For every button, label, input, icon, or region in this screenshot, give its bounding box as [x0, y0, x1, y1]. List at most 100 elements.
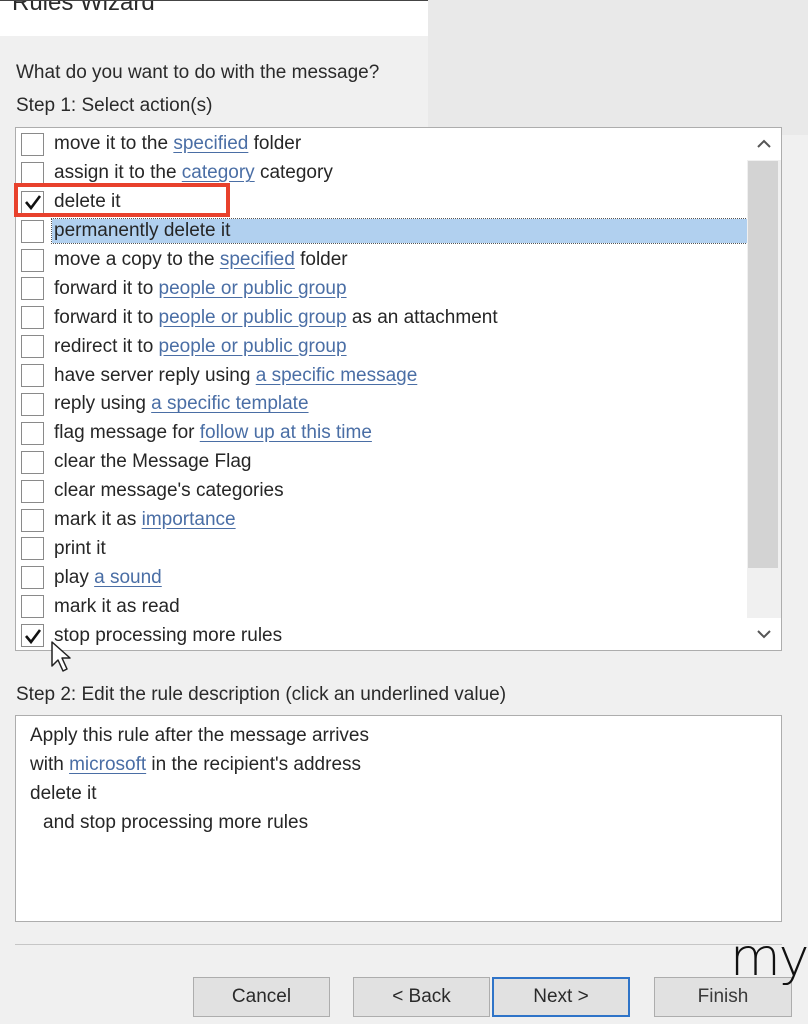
action-value-link[interactable]: people or public group: [159, 336, 347, 357]
action-value-link[interactable]: category: [182, 162, 255, 183]
action-text: as an attachment: [346, 306, 498, 328]
description-text: with: [30, 754, 70, 775]
action-checkbox[interactable]: [21, 508, 44, 532]
action-label: assign it to the category category: [52, 161, 335, 185]
action-text: print it: [54, 537, 106, 559]
action-value-link[interactable]: a sound: [94, 567, 162, 588]
action-text: folder: [294, 249, 348, 270]
wizard-question: What do you want to do with the message?: [16, 62, 380, 83]
action-value-link[interactable]: importance: [142, 509, 236, 530]
description-line: Apply this rule after the message arrive…: [30, 721, 767, 750]
back-button[interactable]: < Back: [353, 977, 490, 1017]
action-text: mark it as read: [54, 595, 180, 617]
separator: [15, 944, 782, 945]
action-text: stop processing more rules: [54, 624, 283, 646]
action-row[interactable]: stop processing more rules: [16, 621, 748, 650]
action-checkbox[interactable]: [21, 161, 44, 185]
chevron-down-icon: [757, 630, 771, 639]
action-label: stop processing more rules: [52, 624, 284, 648]
action-checkbox[interactable]: [21, 364, 44, 388]
action-row[interactable]: flag message for follow up at this time: [16, 419, 748, 448]
action-text: forward it to: [54, 277, 159, 299]
action-checkbox[interactable]: [21, 537, 44, 561]
action-label: move a copy to the specified folder: [52, 248, 350, 272]
action-label: play a sound: [52, 566, 164, 590]
action-text: category: [254, 162, 333, 184]
action-label: clear the Message Flag: [52, 450, 254, 474]
rule-description-box: Apply this rule after the message arrive…: [15, 715, 782, 922]
action-label: redirect it to people or public group: [52, 335, 349, 359]
action-row[interactable]: permanently delete it: [16, 217, 752, 246]
action-checkbox[interactable]: [21, 392, 44, 416]
action-value-link[interactable]: a specific message: [256, 365, 418, 386]
action-text: move it to the: [54, 133, 174, 155]
action-checkbox[interactable]: [21, 595, 44, 619]
action-label: permanently delete it: [51, 218, 752, 245]
action-label: move it to the specified folder: [52, 132, 303, 156]
action-row[interactable]: move a copy to the specified folder: [16, 246, 748, 275]
description-text: Apply this rule after the message arrive…: [30, 725, 369, 746]
action-row[interactable]: clear the Message Flag: [16, 448, 748, 477]
action-checkbox[interactable]: [21, 566, 44, 590]
action-row[interactable]: reply using a specific template: [16, 390, 748, 419]
action-label: have server reply using a specific messa…: [52, 364, 419, 388]
step2-label: Step 2: Edit the rule description (click…: [16, 684, 507, 705]
action-text: permanently delete it: [54, 220, 231, 242]
action-row[interactable]: mark it as read: [16, 592, 748, 621]
checkmark-icon: [24, 628, 41, 644]
action-row[interactable]: mark it as importance: [16, 506, 748, 535]
action-row[interactable]: forward it to people or public group: [16, 274, 748, 303]
action-row[interactable]: have server reply using a specific messa…: [16, 361, 748, 390]
action-checkbox[interactable]: [21, 306, 44, 330]
action-checkbox[interactable]: [21, 132, 44, 156]
action-label: flag message for follow up at this time: [52, 421, 374, 445]
action-text: assign it to the: [54, 162, 182, 184]
scroll-down-button[interactable]: [747, 618, 781, 650]
description-value-link[interactable]: microsoft: [69, 754, 146, 775]
action-label: print it: [52, 537, 108, 561]
action-row[interactable]: print it: [16, 534, 748, 563]
action-checkbox[interactable]: [21, 248, 44, 272]
next-button[interactable]: Next >: [492, 977, 630, 1017]
actions-scrollbar[interactable]: [747, 128, 781, 650]
action-label: reply using a specific template: [52, 392, 311, 416]
window-title: Rules Wizard: [12, 0, 155, 16]
cancel-button[interactable]: Cancel: [193, 977, 330, 1017]
action-value-link[interactable]: follow up at this time: [200, 422, 372, 443]
action-checkbox[interactable]: [21, 277, 44, 301]
description-text: and stop processing more rules: [43, 812, 309, 833]
action-row[interactable]: clear message's categories: [16, 477, 748, 506]
action-value-link[interactable]: people or public group: [159, 278, 347, 299]
action-checkbox[interactable]: [21, 219, 44, 243]
action-value-link[interactable]: specified: [173, 133, 248, 154]
action-row[interactable]: play a sound: [16, 563, 748, 592]
action-text: redirect it to: [54, 335, 159, 357]
overlay-block: [428, 0, 808, 135]
action-row[interactable]: redirect it to people or public group: [16, 332, 748, 361]
description-text: delete it: [30, 783, 97, 804]
action-checkbox[interactable]: [21, 479, 44, 503]
scroll-up-button[interactable]: [747, 128, 781, 160]
step1-label: Step 1: Select action(s): [16, 95, 213, 116]
action-value-link[interactable]: specified: [220, 249, 295, 270]
action-text: mark it as: [54, 509, 142, 531]
action-value-link[interactable]: a specific template: [151, 393, 308, 414]
action-text: have server reply using: [54, 364, 256, 386]
description-line: with microsoft in the recipient's addres…: [30, 750, 767, 779]
action-checkbox[interactable]: [21, 624, 44, 648]
action-text: clear message's categories: [54, 480, 284, 502]
scroll-thumb[interactable]: [748, 161, 778, 568]
action-label: mark it as read: [52, 595, 182, 619]
action-value-link[interactable]: people or public group: [159, 307, 347, 328]
action-row[interactable]: move it to the specified folder: [16, 130, 748, 159]
action-row[interactable]: forward it to people or public group as …: [16, 303, 748, 332]
action-label: clear message's categories: [52, 479, 286, 503]
action-text: move a copy to the: [54, 249, 220, 270]
action-checkbox[interactable]: [21, 421, 44, 445]
action-text: clear the Message Flag: [54, 451, 252, 473]
action-label: forward it to people or public group as …: [52, 306, 500, 330]
action-checkbox[interactable]: [21, 335, 44, 359]
description-line: and stop processing more rules: [30, 808, 767, 837]
action-checkbox[interactable]: [21, 450, 44, 474]
action-text: forward it to: [54, 306, 159, 328]
